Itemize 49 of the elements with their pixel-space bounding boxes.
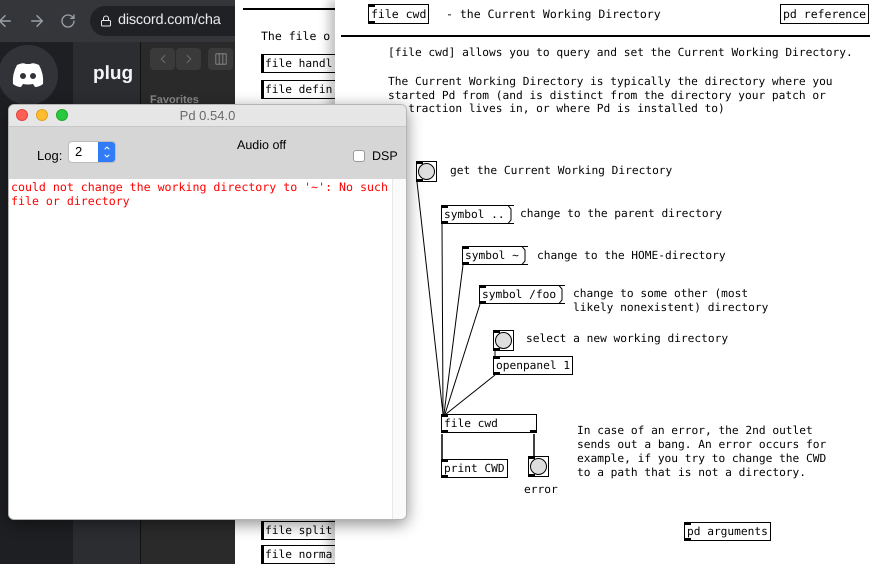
object-box[interactable]: file norma [261, 545, 335, 564]
patch-comment: The file o [261, 28, 332, 45]
message-box[interactable]: symbol ~ [462, 246, 527, 265]
patch-comment: change to some other (most likely nonexistent) directory [573, 287, 770, 315]
dsp-label: DSP [372, 148, 398, 165]
patch-comment: select a new working directory [526, 332, 728, 346]
log-message: could not change the working directory to '~': No such file or directory [11, 180, 389, 208]
patch-comment: change to the HOME-directory [537, 249, 726, 263]
message-box[interactable]: symbol .. [441, 205, 513, 224]
sidebar-section-label: Favorites [150, 93, 200, 108]
description-text: [file cwd] allows you to query and set the Current Working Directory. [388, 46, 853, 60]
back-icon[interactable] [0, 12, 14, 30]
object-box[interactable]: file handl [261, 54, 335, 74]
columns-icon [214, 52, 228, 66]
dsp-checkbox[interactable] [353, 150, 365, 162]
message-box[interactable]: symbol /foo [479, 285, 564, 304]
patch-title: - the Current Working Directory [446, 6, 661, 23]
server-name: plug [93, 63, 134, 84]
url-text: discord.com/cha [118, 11, 221, 30]
reload-icon[interactable] [60, 13, 76, 29]
forward-icon[interactable] [28, 12, 46, 30]
object-box[interactable]: print CWD [441, 459, 508, 478]
object-box[interactable]: pd arguments [684, 522, 771, 541]
log-label: Log: [37, 147, 62, 165]
object-box[interactable]: file split [261, 521, 335, 540]
address-bar[interactable]: discord.com/cha [90, 6, 235, 36]
object-box[interactable]: file cwd [441, 414, 537, 433]
app-logo-icon[interactable] [0, 45, 58, 105]
patch-comment: error [524, 483, 558, 497]
description-text: traction lives in, or where Pd is installed to) [407, 102, 726, 116]
close-button[interactable] [16, 109, 28, 121]
bang-button[interactable] [528, 456, 549, 477]
description-text: started Pd from (and is distinct from the directory your patch or [388, 88, 827, 102]
object-box[interactable]: openpanel 1 [493, 356, 574, 375]
audio-status: Audio off [237, 137, 286, 154]
description-text: The Current Working Directory is typically the directory where you [388, 75, 833, 88]
object-box[interactable]: file defin [261, 80, 335, 100]
object-box[interactable]: file cwd [368, 4, 430, 24]
stepper-icon [98, 142, 115, 162]
patch-comment: change to the parent directory [520, 207, 722, 221]
window-title: Pd 0.54.0 [180, 106, 236, 125]
patch-comment: get the Current Working Directory [450, 164, 672, 178]
reference-box[interactable]: pd reference [780, 4, 870, 24]
bang-button[interactable] [416, 161, 437, 182]
bang-button[interactable] [493, 330, 514, 351]
lock-icon [100, 15, 112, 27]
view-button[interactable] [208, 48, 233, 70]
patch-comment: In case of an error, the 2nd outlet sends out a bang. An error occurs for example, if you try to change the CWD to a path that is not a directory. [577, 424, 828, 480]
log-level-select[interactable]: 2 [68, 141, 116, 163]
